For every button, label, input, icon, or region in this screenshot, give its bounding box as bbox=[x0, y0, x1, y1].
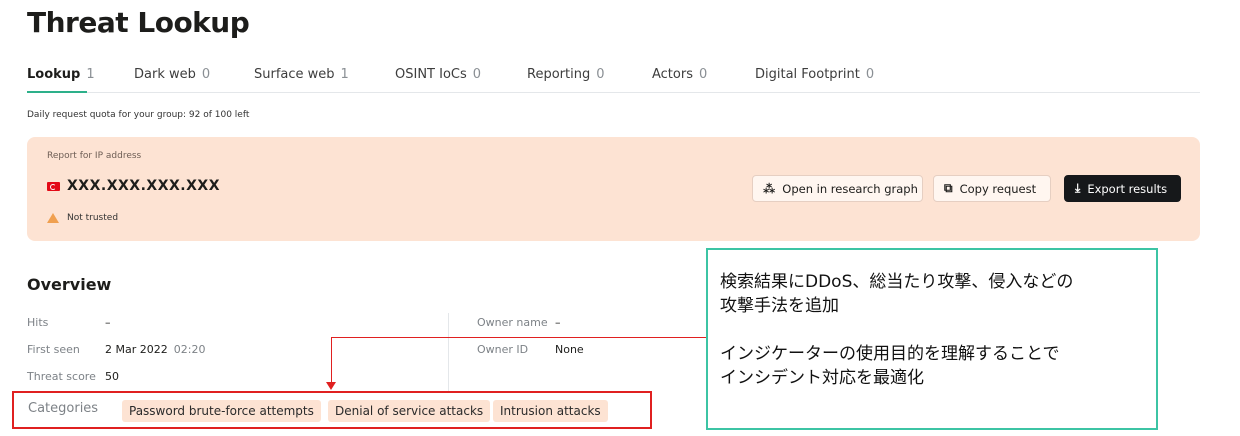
column-divider bbox=[448, 313, 449, 395]
callout-text: 攻撃手法を追加 bbox=[720, 296, 839, 316]
trust-status: Not trusted bbox=[47, 213, 118, 223]
field-first-seen: First seen 2 Mar 2022 02:20 bbox=[27, 343, 205, 356]
tab-count: 0 bbox=[472, 67, 482, 82]
page-title: Threat Lookup bbox=[27, 6, 250, 39]
field-value: None bbox=[555, 343, 584, 356]
download-icon: ⤓ bbox=[1075, 181, 1081, 195]
open-research-graph-button[interactable]: ⁂ Open in research graph bbox=[752, 175, 923, 202]
annotation-connector bbox=[331, 337, 706, 338]
field-value: 2 Mar 2022 bbox=[105, 343, 168, 356]
tab-actors[interactable]: Actors 0 bbox=[652, 67, 707, 82]
tab-lookup[interactable]: Lookup 1 bbox=[27, 67, 95, 82]
field-label: Owner name bbox=[477, 316, 548, 329]
tab-label: OSINT IoCs bbox=[395, 67, 467, 82]
categories-label: Categories bbox=[28, 401, 99, 416]
callout-text: 検索結果にDDoS、総当たり攻撃、侵入などの bbox=[720, 272, 1074, 292]
export-results-button[interactable]: ⤓ Export results bbox=[1064, 175, 1181, 202]
tab-label: Digital Footprint bbox=[755, 67, 860, 82]
category-tag[interactable]: Password brute-force attempts bbox=[122, 400, 321, 422]
field-hits: Hits – bbox=[27, 316, 111, 329]
field-owner-name: Owner name – bbox=[477, 316, 561, 329]
tab-bar: Lookup 1 Dark web 0 Surface web 1 OSINT IoC… bbox=[27, 62, 1200, 93]
copy-request-button[interactable]: ⧉ Copy request bbox=[933, 175, 1051, 202]
field-label: Threat score bbox=[27, 370, 96, 383]
trust-status-text: Not trusted bbox=[67, 213, 119, 223]
tab-count: 0 bbox=[865, 67, 875, 82]
field-value: – bbox=[555, 316, 561, 329]
tab-osint-iocs[interactable]: OSINT IoCs 0 bbox=[395, 67, 481, 82]
overview-title: Overview bbox=[27, 275, 112, 294]
annotation-arrow-icon bbox=[326, 382, 336, 390]
tab-digital-footprint[interactable]: Digital Footprint 0 bbox=[755, 67, 874, 82]
report-card: Report for IP address XXX.XXX.XXX.XXX No… bbox=[27, 137, 1200, 241]
tab-count: 0 bbox=[698, 67, 708, 82]
button-label: Open in research graph bbox=[782, 181, 918, 196]
field-value: – bbox=[105, 316, 111, 329]
annotation-callout: 検索結果にDDoS、総当たり攻撃、侵入などの 攻撃手法を追加 インジケーターの使… bbox=[706, 248, 1158, 430]
flag-icon bbox=[47, 181, 60, 191]
field-label: Owner ID bbox=[477, 343, 529, 356]
field-value: 50 bbox=[105, 370, 119, 383]
tab-reporting[interactable]: Reporting 0 bbox=[527, 67, 604, 82]
tab-label: Surface web bbox=[254, 67, 335, 82]
tab-count: 0 bbox=[596, 67, 605, 82]
field-threat-score: Threat score 50 bbox=[27, 370, 119, 383]
ip-address: XXX.XXX.XXX.XXX bbox=[67, 178, 220, 194]
button-label: Copy request bbox=[959, 181, 1037, 196]
tab-dark-web[interactable]: Dark web 0 bbox=[134, 67, 210, 82]
quota-text: Daily request quota for your group: 92 o… bbox=[27, 110, 250, 120]
field-label: First seen bbox=[27, 343, 80, 356]
categories-highlight: Categories Password brute-force attempts… bbox=[12, 391, 652, 429]
tab-count: 1 bbox=[86, 67, 95, 82]
tab-count: 1 bbox=[340, 67, 349, 82]
callout-text: インジケーターの使用目的を理解することで bbox=[720, 344, 1060, 364]
graph-icon: ⁂ bbox=[763, 181, 776, 196]
tab-label: Lookup bbox=[27, 67, 81, 82]
field-time: 02:20 bbox=[173, 343, 206, 356]
annotation-connector bbox=[331, 337, 332, 384]
ip-row: XXX.XXX.XXX.XXX bbox=[47, 178, 220, 194]
copy-icon: ⧉ bbox=[944, 181, 953, 195]
tab-label: Actors bbox=[652, 67, 693, 82]
category-tag[interactable]: Intrusion attacks bbox=[493, 400, 608, 422]
tab-label: Dark web bbox=[134, 67, 196, 82]
tab-count: 0 bbox=[201, 67, 211, 82]
report-label: Report for IP address bbox=[47, 151, 142, 161]
tab-label: Reporting bbox=[527, 67, 591, 82]
button-label: Export results bbox=[1087, 181, 1168, 196]
active-tab-indicator bbox=[27, 91, 87, 93]
field-owner-id: Owner ID None bbox=[477, 343, 584, 356]
callout-text: インシデント対応を最適化 bbox=[720, 368, 924, 388]
field-label: Hits bbox=[27, 316, 49, 329]
warning-icon bbox=[47, 213, 59, 223]
category-tag[interactable]: Denial of service attacks bbox=[328, 400, 491, 422]
tab-surface-web[interactable]: Surface web 1 bbox=[254, 67, 349, 82]
